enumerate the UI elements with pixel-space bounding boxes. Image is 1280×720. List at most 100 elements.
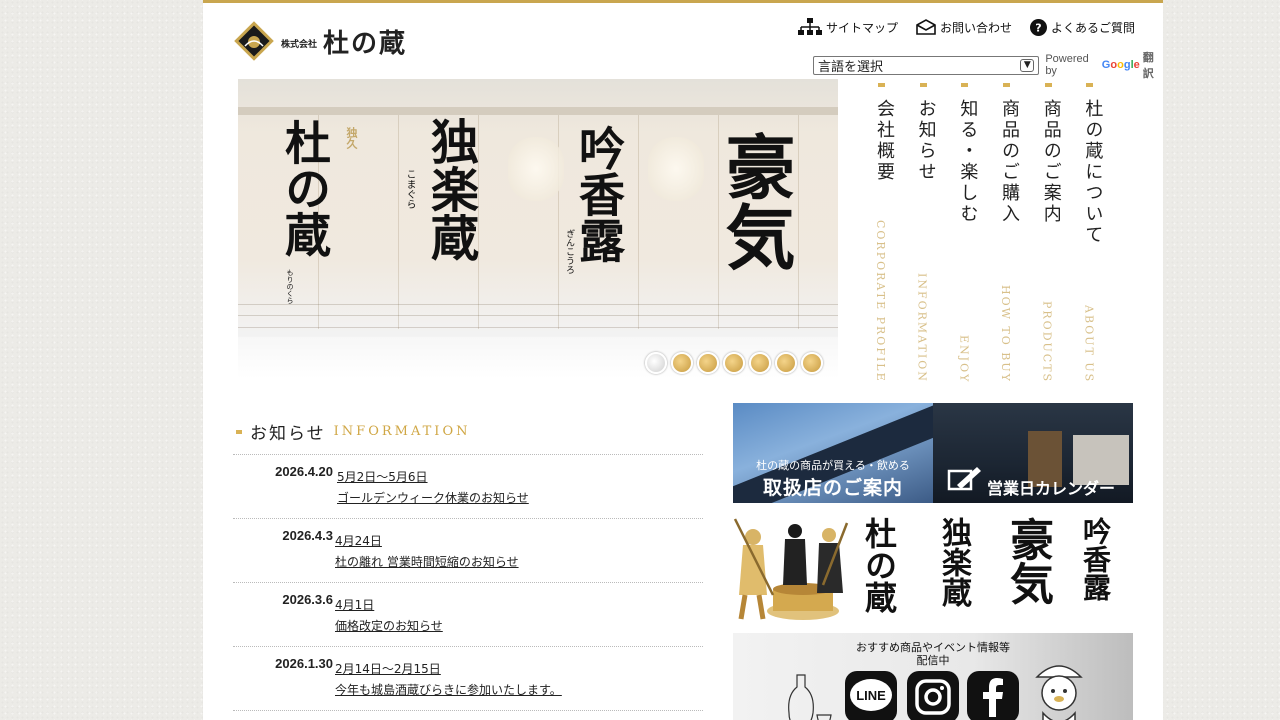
nav-item-information[interactable]: お知らせ INFORMATION xyxy=(910,83,952,383)
faq-label: よくあるご質問 xyxy=(1050,20,1135,35)
hero-plank xyxy=(638,115,639,329)
nav-item-corporate-profile[interactable]: 会社概要 CORPORATE PROFILE xyxy=(868,83,910,383)
nav-marker xyxy=(961,83,969,87)
nav-item-about-us[interactable]: 杜の蔵について ABOUT US xyxy=(1076,83,1118,383)
news-date: 2026.1.30 xyxy=(275,656,333,671)
brand-komagura: 独楽蔵 xyxy=(936,517,971,607)
slide-dot[interactable] xyxy=(775,352,797,374)
contact-link[interactable]: お問い合わせ xyxy=(916,18,1012,36)
news-date: 2026.3.6 xyxy=(282,592,333,607)
sitemap-label: サイトマップ xyxy=(825,20,898,35)
news-date: 2026.4.20 xyxy=(275,464,333,479)
nav-item-sublabel: CORPORATE PROFILE xyxy=(874,220,887,383)
news-link[interactable]: 今年も城島酒蔵びらきに参加いたします。 xyxy=(335,680,562,701)
hero-banner-small: 独久 xyxy=(345,127,358,149)
hero-banner-ruby: こまぐら xyxy=(404,169,415,209)
brand-ginkoro: 吟香露 xyxy=(1079,517,1112,601)
facebook-icon[interactable] xyxy=(967,671,1019,720)
news-link[interactable]: 2月14日〜2月15日 xyxy=(335,659,562,680)
nav-item-label: お知らせ xyxy=(915,99,937,183)
news-item: 2026.4.20 5月2日〜5月6日 ゴールデンウィーク休業のお知らせ xyxy=(233,455,703,519)
main-nav: 会社概要 CORPORATE PROFILE お知らせ INFORMATION … xyxy=(868,83,1118,383)
svg-text:?: ? xyxy=(1035,21,1041,34)
nav-item-sublabel: ENJOY xyxy=(957,334,971,383)
hero-lantern xyxy=(648,137,704,201)
shops-banner[interactable]: 杜の蔵の商品が買える・飲める 取扱店のご案内 xyxy=(733,403,933,503)
sns-caption-line: おすすめ商品やイベント情報等 xyxy=(856,641,1010,654)
nav-marker xyxy=(1086,83,1094,87)
site-logo[interactable]: 株式会社 杜の蔵 xyxy=(233,20,407,62)
brands-banner[interactable]: 杜の蔵 独楽蔵 豪気 吟香露 xyxy=(733,515,1133,627)
powered-by-label: Powered by xyxy=(1045,53,1089,77)
line-icon[interactable]: LINE xyxy=(845,671,897,720)
logo-emblem-icon xyxy=(233,20,275,62)
brand-goki: 豪気 xyxy=(1002,517,1053,605)
instagram-icon[interactable] xyxy=(907,671,959,720)
nav-item-label: 商品のご購入 xyxy=(999,99,1021,225)
news-link[interactable]: ゴールデンウィーク休業のお知らせ xyxy=(337,488,529,509)
brand-morinokura: 杜の蔵 xyxy=(860,517,898,613)
hero-banner-goki: 豪気 xyxy=(714,131,797,271)
news-link[interactable]: 杜の離れ 営業時間短縮のお知らせ xyxy=(335,552,519,573)
nav-item-label: 会社概要 xyxy=(874,99,895,183)
calendar-banner-title: 営業日カレンダー xyxy=(987,479,1116,498)
chevron-down-icon: ▼ xyxy=(1020,58,1035,72)
sns-banner[interactable]: おすすめ商品やイベント情報等 配信中 LINE xyxy=(733,633,1133,720)
slide-dot[interactable] xyxy=(645,352,667,374)
news-link[interactable]: 価格改定のお知らせ xyxy=(335,616,443,637)
slide-dot[interactable] xyxy=(749,352,771,374)
pencil-calendar-icon xyxy=(947,467,981,491)
powered-by-google[interactable]: Powered by Google 翻訳 xyxy=(1045,49,1163,81)
nav-marker xyxy=(1044,83,1052,87)
sake-bottle-icon xyxy=(788,674,832,720)
nav-marker xyxy=(1003,83,1011,87)
nav-item-products[interactable]: 商品のご案内 PRODUCTS xyxy=(1035,83,1077,383)
hero-beam xyxy=(238,107,838,115)
translate-label: 翻訳 xyxy=(1142,52,1154,80)
hero-slideshow[interactable]: 杜の蔵 独久 もりのくら 独楽蔵 こまぐら 吟香露 ぎんこうろ 豪気 xyxy=(238,79,838,379)
side-banners: 杜の蔵の商品が買える・飲める 取扱店のご案内 営業日カレンダー 杜の蔵 独楽蔵 … xyxy=(733,403,1133,720)
hero-banner-ginkoro: 吟香露 xyxy=(572,125,626,263)
hero-rope xyxy=(238,304,838,305)
hero-rope xyxy=(238,327,838,328)
news-item: 2026.3.6 4月1日 価格改定のお知らせ xyxy=(233,583,703,647)
nav-item-how-to-buy[interactable]: 商品のご購入 HOW TO BUY xyxy=(993,83,1035,383)
news-link[interactable]: 5月2日〜5月6日 xyxy=(337,467,529,488)
contact-label: お問い合わせ xyxy=(939,20,1012,35)
nav-item-enjoy[interactable]: 知る・楽しむ ENJOY xyxy=(951,83,993,383)
language-select[interactable]: 言語を選択 ▼ xyxy=(813,55,1040,75)
sitemap-icon xyxy=(797,18,822,35)
news-date: 2026.4.3 xyxy=(282,528,333,543)
mail-icon xyxy=(916,19,936,35)
news-heading: お知らせ INFORMATION xyxy=(236,419,470,444)
logo-corp-prefix: 株式会社 xyxy=(281,39,318,50)
question-icon: ? xyxy=(1029,18,1047,36)
news-list: 2026.4.20 5月2日〜5月6日 ゴールデンウィーク休業のお知らせ 202… xyxy=(233,454,703,711)
nav-item-label: 杜の蔵について xyxy=(1082,99,1104,246)
slide-dot[interactable] xyxy=(723,352,745,374)
nav-marker xyxy=(878,83,885,87)
shops-banner-title: 取扱店のご案内 xyxy=(762,477,903,499)
hero-banner-ruby: もりのくら xyxy=(286,269,294,304)
sitemap-link[interactable]: サイトマップ xyxy=(797,18,898,36)
slide-dot[interactable] xyxy=(697,352,719,374)
calendar-banner[interactable]: 営業日カレンダー xyxy=(933,403,1133,503)
hero-plank xyxy=(398,115,399,329)
news-link[interactable]: 4月1日 xyxy=(335,595,443,616)
logo-name: 杜の蔵 xyxy=(323,28,408,59)
page-container: 株式会社 杜の蔵 サイトマップ お問い合わせ ? よくあるご質問 言語を選択 ▼… xyxy=(203,0,1163,720)
slide-dot[interactable] xyxy=(801,352,823,374)
svg-text:LINE: LINE xyxy=(856,688,886,703)
slide-dot[interactable] xyxy=(671,352,693,374)
hero-rope xyxy=(238,315,838,316)
heading-marker xyxy=(236,429,242,434)
news-title-en: INFORMATION xyxy=(333,424,471,439)
faq-link[interactable]: ? よくあるご質問 xyxy=(1029,18,1135,36)
news-link[interactable]: 4月24日 xyxy=(335,531,519,552)
hero-lantern xyxy=(508,137,564,201)
translate-widget: 言語を選択 ▼ Powered by Google 翻訳 xyxy=(813,49,1163,81)
news-item: 2026.4.3 4月24日 杜の離れ 営業時間短縮のお知らせ xyxy=(233,519,703,583)
brewers-illustration-icon xyxy=(733,518,849,620)
news-item: 2026.1.30 2月14日〜2月15日 今年も城島酒蔵びらきに参加いたします… xyxy=(233,647,703,711)
hero-plank xyxy=(798,115,799,329)
